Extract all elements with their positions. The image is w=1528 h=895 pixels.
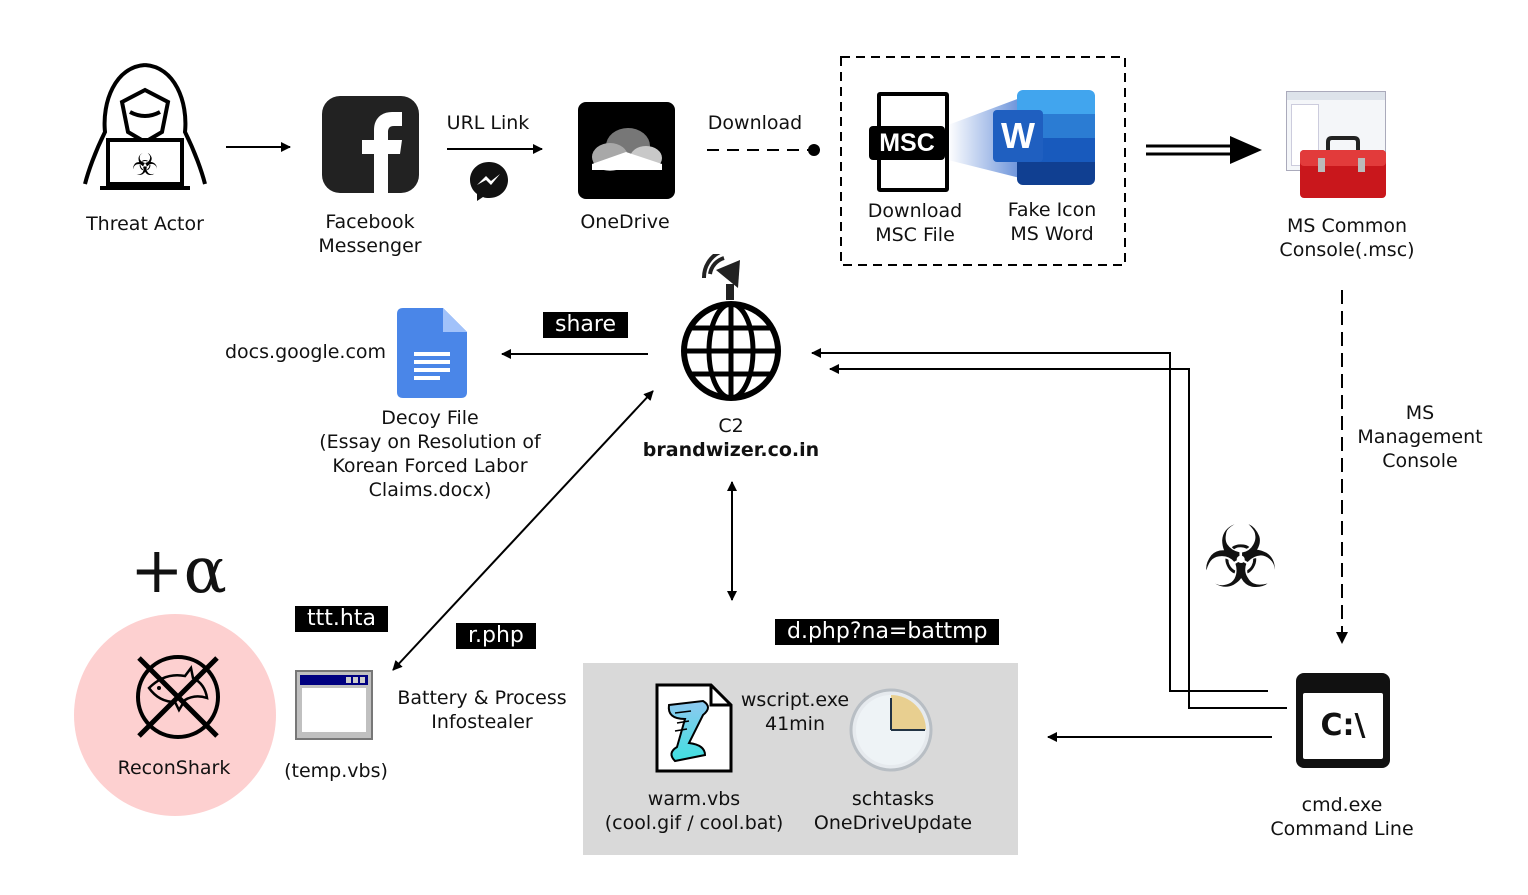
toolbox-icon — [1300, 136, 1386, 198]
fake-word-label: Fake Icon MS Word — [1008, 198, 1097, 246]
clock-icon — [849, 688, 933, 772]
warm-vbs-label: warm.vbs (cool.gif / cool.bat) — [605, 787, 784, 835]
vbs-window-icon — [295, 670, 373, 740]
infostealer-label-line1: Battery & Process — [397, 687, 567, 709]
msc-file-icon-text: MSC — [869, 126, 945, 160]
share-tag: share — [543, 312, 628, 338]
msc-file-label-line1: Download — [867, 200, 963, 222]
schtasks-label: schtasks OneDriveUpdate — [814, 787, 972, 835]
msc-file-icon: MSC — [869, 92, 949, 192]
decoy-label-line4: Claims.docx) — [368, 479, 492, 501]
facebook-label-line1: Facebook — [325, 211, 415, 233]
ttt-hta-tag: ttt.hta — [295, 606, 388, 632]
mmc-edge-label: MS Management Console — [1357, 401, 1482, 473]
download-edge-label: Download — [707, 112, 803, 134]
messenger-icon — [470, 162, 508, 201]
cmd-label-line1: cmd.exe — [1301, 794, 1383, 816]
facebook-icon — [322, 96, 419, 193]
hacker-icon: ☣ — [83, 63, 207, 190]
wscript-label-line2: 41min — [764, 713, 826, 735]
double-arrow-head — [1230, 136, 1262, 164]
google-docs-icon — [397, 308, 467, 398]
msc-file-label: Download MSC File — [868, 199, 962, 247]
onedrive-label: OneDrive — [580, 211, 670, 233]
mmc-edge-label-line2: Management — [1357, 426, 1483, 448]
word-icon-letter: W — [993, 110, 1043, 162]
decoy-label-line1: Decoy File — [381, 407, 479, 429]
schtasks-label-line1: schtasks — [851, 788, 935, 810]
vbs-script-icon — [655, 683, 733, 773]
msc-file-label-line2: MSC File — [875, 224, 955, 246]
r-php-tag: r.php — [456, 623, 536, 649]
warm-vbs-label-line2: (cool.gif / cool.bat) — [604, 812, 784, 834]
mmc-edge-label-line3: Console — [1382, 450, 1458, 472]
d-php-tag: d.php?na=battmp — [775, 619, 1000, 645]
facebook-label: Facebook Messenger — [318, 210, 421, 258]
infostealer-label: Battery & Process Infostealer — [397, 686, 566, 734]
infostealer-label-line2: Infostealer — [431, 711, 533, 733]
mmc-edge-label-line1: MS — [1405, 402, 1435, 424]
crossed-shark-icon — [136, 655, 220, 739]
c2-domain-label: brandwizer.co.in — [642, 439, 820, 461]
schtasks-label-line2: OneDriveUpdate — [813, 812, 973, 834]
biohazard-icon: ☣ — [1202, 508, 1280, 608]
reconshark-label: ReconShark — [117, 757, 231, 779]
fake-word-label-line1: Fake Icon — [1007, 199, 1097, 221]
google-docs-domain: docs.google.com — [225, 341, 387, 363]
svg-text:☣: ☣ — [132, 148, 159, 183]
cmd-label: cmd.exe Command Line — [1270, 793, 1413, 841]
c2-label-line1: C2 — [718, 415, 744, 437]
ms-console-label-line2: Console(.msc) — [1279, 239, 1415, 261]
cmd-icon: C:\ — [1296, 673, 1390, 768]
cmd-label-line2: Command Line — [1270, 818, 1414, 840]
mmc-arrow-head — [1336, 632, 1348, 644]
ms-console-label-line1: MS Common — [1286, 215, 1408, 237]
decoy-label-line2: (Essay on Resolution of — [319, 431, 541, 453]
url-link-label: URL Link — [446, 112, 530, 134]
decoy-label-line3: Korean Forced Labor — [332, 455, 528, 477]
fake-word-label-line2: MS Word — [1010, 223, 1094, 245]
threat-actor-label: Threat Actor — [86, 213, 204, 235]
wscript-label: wscript.exe 41min — [741, 688, 849, 736]
download-endpoint-dot — [808, 144, 820, 156]
onedrive-icon — [578, 102, 675, 199]
wscript-label-line1: wscript.exe — [740, 689, 850, 711]
temp-vbs-label: (temp.vbs) — [284, 760, 388, 782]
facebook-label-line2: Messenger — [318, 235, 422, 257]
ms-console-label: MS Common Console(.msc) — [1279, 214, 1414, 262]
plus-alpha-label: +α — [130, 534, 227, 608]
c2-globe-satellite-icon — [681, 254, 781, 401]
warm-vbs-label-line1: warm.vbs — [647, 788, 741, 810]
c2-label: C2 brandwizer.co.in — [643, 414, 819, 462]
decoy-file-label: Decoy File (Essay on Resolution of Korea… — [319, 406, 540, 502]
cmd-icon-text: C:\ — [1303, 693, 1383, 759]
